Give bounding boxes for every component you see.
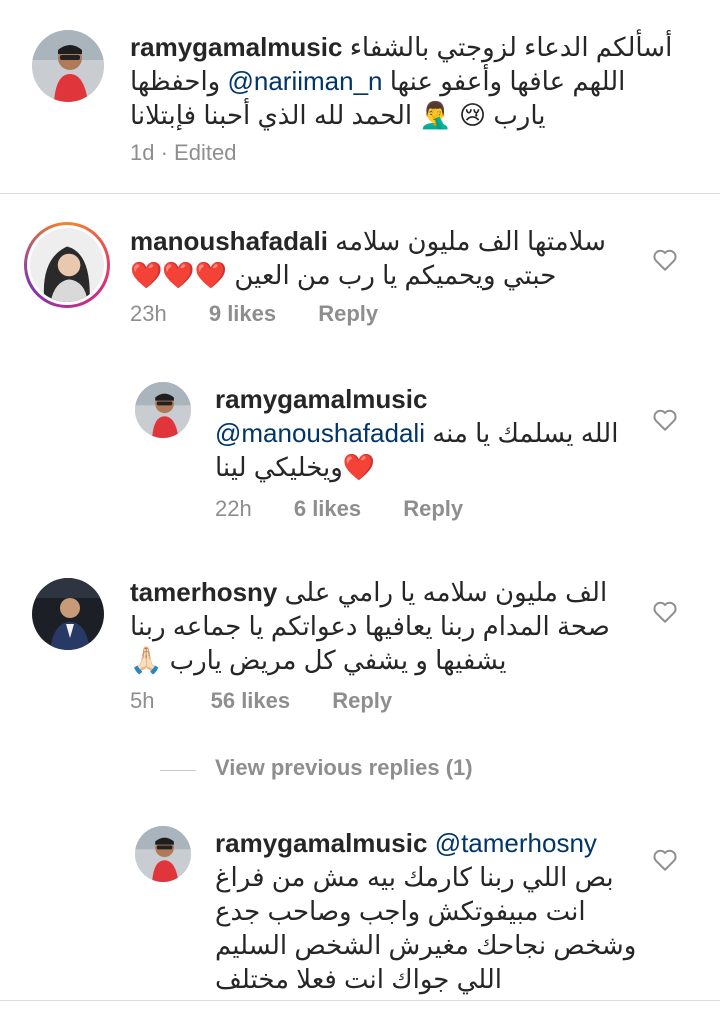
avatar[interactable] [32,578,104,650]
caption-time: 1d [130,140,155,165]
caption-mention[interactable]: @nariiman_n [227,66,382,96]
facepalm-emoji: 🤦‍♂️ [419,100,452,130]
red-hearts-emoji: ❤️❤️❤️ [130,260,228,290]
avatar[interactable] [32,30,104,102]
reply-meta: 22h 6 likes Reply [215,496,463,522]
comment-line1: الف مليون سلامه يا رامي على [284,577,608,607]
comment-line2: صحة المدام ربنا يعافيها دعواتكم يا جماعه… [130,611,610,641]
comment-likes[interactable]: 56 likes [211,688,291,714]
comment-username[interactable]: manoushafadali [130,226,328,256]
reply-ramygamalmusic-2: ramygamalmusic @tamerhosny بص اللي ربنا … [0,810,720,1010]
caption-edited: · Edited [160,140,237,165]
avatar-tamerhosny-image [32,578,104,650]
comment-line2: حبتي ويحميكم يا رب من العين [234,260,557,290]
reply-line1: الله يسلمك يا منه [432,418,619,448]
caption-line1: أسألكم الدعاء لزوجتي بالشفاء [349,32,673,62]
comment-meta: 5h 56 likes Reply [130,688,392,714]
comment-text: tamerhosny الف مليون سلامه يا رامي على ص… [130,575,630,677]
reply-line2: ويخليكي لينا [215,452,343,482]
comment-username[interactable]: tamerhosny [130,577,277,607]
reply-text: ramygamalmusic @tamerhosny بص اللي ربنا … [215,826,637,996]
caption-text: ramygamalmusic أسألكم الدعاء لزوجتي بالش… [130,30,672,132]
comment-manoushafadali: manoushafadali سلامتها الف مليون سلامه ❤… [0,194,720,354]
heart-outline-icon[interactable] [652,600,678,624]
caption-username[interactable]: ramygamalmusic [130,32,342,62]
avatar-ramygamalmusic-image [32,30,104,102]
comment-likes[interactable]: 9 likes [209,301,276,327]
avatar-ramygamalmusic-image [135,826,191,882]
avatar-ramygamalmusic-image [135,382,191,438]
caption-line3-suffix: الحمد لله الذي أحبنا فإبتلانا [130,100,413,130]
reply-button[interactable]: Reply [403,496,463,522]
view-previous-replies-label[interactable]: View previous replies (1) [215,755,473,781]
caption-meta: 1d · Edited [130,140,236,166]
comment-meta: 23h 9 likes Reply [130,301,378,327]
comment-time: 5h [130,688,155,713]
avatar[interactable] [135,826,191,882]
heart-outline-icon[interactable] [652,248,678,272]
red-heart-emoji: ❤️ [342,452,376,482]
comment-line1: سلامتها الف مليون سلامه [335,226,606,256]
avatar[interactable] [135,382,191,438]
reply-text: ramygamalmusic @manoushafadali الله يسلم… [215,382,635,484]
comment-time: 23h [130,301,167,326]
reply-ramygamalmusic-1: ramygamalmusic @manoushafadali الله يسلم… [0,360,720,550]
folded-hands-emoji: 🙏🏻 [130,645,163,675]
story-ring-avatar[interactable] [24,222,110,308]
crying-face-emoji: 😢 [458,100,487,130]
comment-tamerhosny: tamerhosny الف مليون سلامه يا رامي على ص… [0,560,720,740]
caption-line3-text: يارب [493,100,546,130]
bottom-divider [0,1000,720,1001]
replies-dash [160,770,196,771]
caption-comment: ramygamalmusic أسألكم الدعاء لزوجتي بالش… [0,0,720,193]
reply-username[interactable]: ramygamalmusic [215,384,427,414]
reply-line2: بص اللي ربنا كارمك بيه مش من فراغ [215,862,614,892]
caption-line2-text: واحفظها [130,66,221,96]
caption-line2-suffix: اللهم عافها وأعفو عنها [389,66,626,96]
reply-line5: اللي جواك انت فعلا مختلف [215,964,503,994]
reply-likes[interactable]: 6 likes [294,496,361,522]
reply-button[interactable]: Reply [332,688,392,714]
reply-line3: انت مبيفوتكش واجب وصاحب جدع [215,896,586,926]
reply-line4: وشخص نجاحك مغيرش الشخص السليم [215,930,637,960]
comment-line3: يشفيها و يشفي كل مريض يارب [169,645,507,675]
reply-time: 22h [215,496,252,521]
reply-button[interactable]: Reply [318,301,378,327]
heart-outline-icon[interactable] [652,848,678,872]
avatar-manoushafadali-image [30,228,104,302]
comment-text: manoushafadali سلامتها الف مليون سلامه ❤… [130,224,630,292]
heart-outline-icon[interactable] [652,408,678,432]
reply-mention[interactable]: @tamerhosny [435,828,597,858]
reply-username[interactable]: ramygamalmusic [215,828,427,858]
reply-mention[interactable]: @manoushafadali [215,418,425,448]
